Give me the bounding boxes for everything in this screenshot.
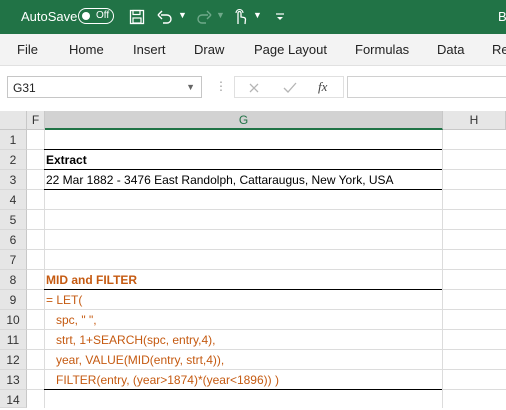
cell-g13-formula[interactable]: FILTER(entry, (year>1874)*(year<1896)) ) <box>46 370 279 390</box>
gridline <box>27 249 506 250</box>
formula-buttons: fx <box>234 76 344 98</box>
autosave-toggle[interactable]: Off <box>78 8 114 24</box>
autosave-state: Off <box>96 10 110 21</box>
gridline <box>27 309 506 310</box>
row-header[interactable]: 14 <box>0 390 27 408</box>
row-header[interactable]: 9 <box>0 290 27 310</box>
row-header[interactable]: 11 <box>0 330 27 350</box>
cell-g8-heading[interactable]: MID and FILTER <box>46 270 137 290</box>
name-box-dropdown-icon[interactable]: ▼ <box>186 82 195 92</box>
name-box[interactable]: G31 ▼ <box>7 76 202 98</box>
cell-g12-formula[interactable]: year, VALUE(MID(entry, strt,4)), <box>46 350 224 370</box>
row-header[interactable]: 7 <box>0 250 27 270</box>
row-header[interactable]: 12 <box>0 350 27 370</box>
row-header[interactable]: 5 <box>0 210 27 230</box>
tab-draw[interactable]: Draw <box>194 42 224 57</box>
tab-review[interactable]: Re <box>492 42 506 57</box>
worksheet-grid[interactable]: F G H 1 2 3 4 5 6 7 8 9 10 11 12 13 14 E… <box>0 111 506 408</box>
tab-page-layout[interactable]: Page Layout <box>254 42 327 57</box>
row-header[interactable]: 13 <box>0 370 27 390</box>
row-header[interactable]: 2 <box>0 150 27 170</box>
row-header[interactable]: 8 <box>0 270 27 290</box>
undo-dropdown-icon[interactable]: ▼ <box>178 10 187 20</box>
redo-dropdown-icon[interactable]: ▼ <box>216 10 225 20</box>
name-box-value: G31 <box>13 81 36 95</box>
cell-g11-formula[interactable]: strt, 1+SEARCH(spc, entry,4), <box>46 330 216 350</box>
row-header[interactable]: 1 <box>0 130 27 150</box>
formula-bar: G31 ▼ ⋮ fx <box>0 66 506 112</box>
customize-qat-icon[interactable] <box>270 7 290 27</box>
ribbon-tabs: File Home Insert Draw Page Layout Formul… <box>0 34 506 66</box>
row-header[interactable]: 10 <box>0 310 27 330</box>
splitter-dots-icon[interactable]: ⋮ <box>215 79 227 93</box>
insert-function-button[interactable]: fx <box>318 79 327 95</box>
row-header[interactable]: 6 <box>0 230 27 250</box>
window-title: B <box>498 9 506 24</box>
touch-dropdown-icon[interactable]: ▼ <box>253 10 262 20</box>
toggle-knob <box>82 12 90 20</box>
row-header[interactable]: 4 <box>0 190 27 210</box>
title-bar: AutoSave Off ▼ ▼ ▼ B <box>0 0 506 34</box>
row-header[interactable]: 3 <box>0 170 27 190</box>
undo-icon[interactable] <box>155 7 175 27</box>
touch-mode-icon[interactable] <box>230 7 250 27</box>
cancel-icon[interactable] <box>246 80 262 96</box>
gridline <box>27 229 506 230</box>
select-all-corner[interactable] <box>0 111 27 130</box>
enter-check-icon[interactable] <box>282 80 298 96</box>
tab-formulas[interactable]: Formulas <box>355 42 409 57</box>
gridline <box>27 209 506 210</box>
cell-border <box>44 149 442 150</box>
redo-icon[interactable] <box>194 7 214 27</box>
tab-file[interactable]: File <box>17 42 38 57</box>
cell-g9-formula[interactable]: = LET( <box>46 290 82 310</box>
cell-g2-heading[interactable]: Extract <box>46 150 87 170</box>
tab-data[interactable]: Data <box>437 42 464 57</box>
formula-input[interactable] <box>347 76 506 98</box>
column-header-f[interactable]: F <box>27 111 45 130</box>
cell-g10-formula[interactable]: spc, " ", <box>46 310 97 330</box>
column-header-h[interactable]: H <box>443 111 506 130</box>
autosave-label: AutoSave <box>21 9 78 24</box>
cell-g3-entry[interactable]: 22 Mar 1882 - 3476 East Randolph, Cattar… <box>46 170 394 190</box>
tab-home[interactable]: Home <box>69 42 104 57</box>
tab-insert[interactable]: Insert <box>133 42 166 57</box>
column-header-g[interactable]: G <box>45 111 443 130</box>
save-icon[interactable] <box>127 7 147 27</box>
